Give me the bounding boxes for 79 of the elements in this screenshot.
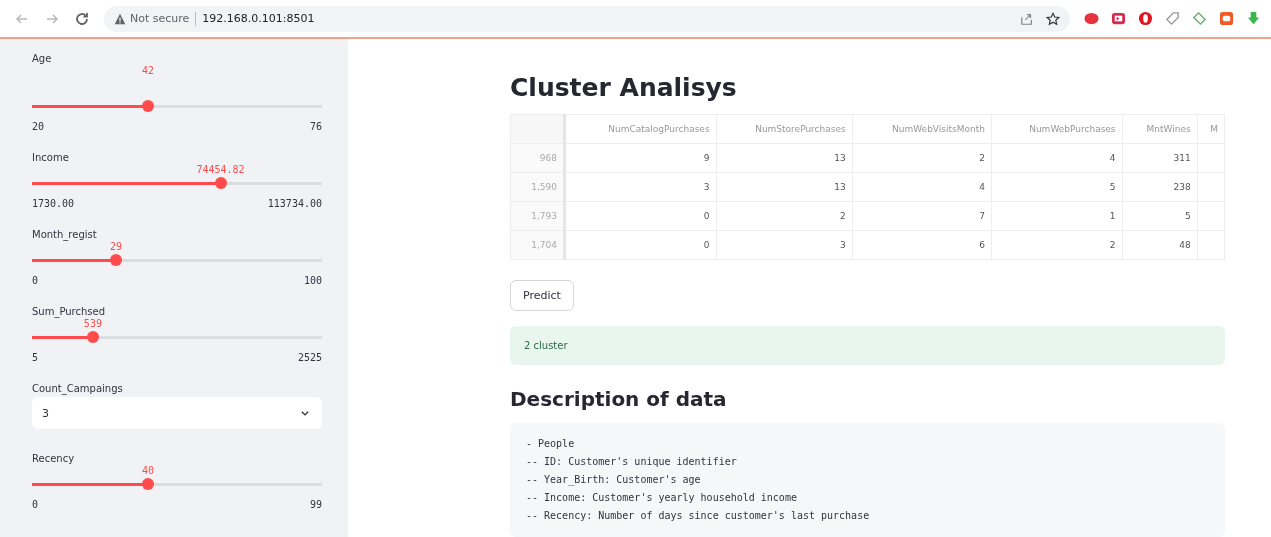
table-cell: 5	[991, 172, 1123, 202]
code-line: -- ID: Customer's unique identifier	[526, 455, 738, 469]
slider-thumb[interactable]	[214, 177, 227, 189]
column-header: NumCatalogPurchases	[564, 114, 717, 144]
select-field[interactable]: 3	[32, 397, 322, 429]
slider-max: 76	[309, 121, 322, 132]
share-icon[interactable]	[1020, 11, 1034, 26]
slider-label: Month_regist	[32, 228, 98, 243]
table-cell: 0	[564, 201, 717, 231]
slider-max: 2525	[297, 352, 322, 363]
row-index: 1,590	[510, 172, 565, 202]
slider-label: Sum_Purchsed	[32, 305, 107, 319]
slider-thumb[interactable]	[142, 478, 154, 490]
table-cell: 4	[991, 143, 1123, 173]
row-index: 1,793	[510, 201, 565, 231]
slider-value: 539	[83, 318, 102, 329]
column-header: NumWebPurchases	[991, 114, 1123, 144]
select-label: Count_Campaings	[32, 382, 124, 397]
table-cell: 3	[716, 230, 853, 260]
slider-value: 29	[110, 241, 123, 252]
security-label: Not secure	[130, 12, 190, 25]
table-cell: 13	[716, 172, 853, 202]
address-bar[interactable]: Not secure 192.168.0.101:8501	[104, 5, 1070, 32]
slider-min: 20	[32, 121, 45, 132]
warning-icon	[114, 12, 126, 25]
slider-value: 74454.82	[196, 164, 245, 175]
table-cell: 2	[991, 230, 1123, 260]
extension-icon[interactable]	[1084, 11, 1099, 26]
slider-max: 113734.00	[267, 198, 322, 209]
table-cell: 9	[564, 143, 717, 173]
url-text: 192.168.0.101:8501	[202, 12, 315, 25]
table-cell: 2	[716, 201, 853, 231]
table-cell: 13	[716, 143, 853, 173]
column-header: NumWebVisitsMonth	[852, 114, 992, 144]
slider-value: 40	[142, 465, 154, 476]
slider-min: 5	[32, 352, 39, 363]
table-cell: 2	[852, 143, 992, 173]
table-cell: 238	[1122, 172, 1198, 202]
row-index: 968	[510, 143, 565, 173]
predict-button[interactable]: Predict	[510, 280, 574, 311]
code-line: -- Income: Customer's yearly household income	[526, 491, 798, 505]
slider-label: Recency	[32, 452, 76, 466]
chevron-down-icon	[300, 408, 310, 418]
code-line: - People	[526, 437, 576, 451]
column-header: M	[1197, 114, 1225, 144]
column-header: NumStorePurchases	[716, 114, 853, 144]
slider-value: 42	[142, 65, 154, 76]
table-cell: 6	[852, 230, 992, 260]
column-header: MntWines	[1122, 114, 1198, 144]
table-cell: 1	[991, 201, 1123, 231]
slider-thumb[interactable]	[86, 331, 99, 343]
star-icon[interactable]	[1046, 11, 1060, 26]
reload-icon[interactable]	[74, 10, 90, 27]
table-cell: 5	[1122, 201, 1198, 231]
download-arrow-icon[interactable]	[1246, 11, 1261, 26]
slider-thumb[interactable]	[142, 100, 154, 112]
table-cell: 0	[564, 230, 717, 260]
table-cell: 48	[1122, 230, 1198, 260]
section-heading: Description of data	[510, 387, 728, 411]
slider-thumb[interactable]	[110, 254, 123, 266]
code-line: -- Recency: Number of days since customer's last purchase	[526, 509, 871, 523]
slider-min: 1730.00	[32, 198, 75, 209]
slider-min: 0	[32, 499, 39, 510]
slider-min: 0	[32, 275, 39, 286]
slider-max: 99	[309, 499, 322, 510]
table-cell: 3	[564, 172, 717, 202]
table-cell: 7	[852, 201, 992, 231]
extension-icon[interactable]	[1219, 11, 1234, 26]
table-cell: 311	[1122, 143, 1198, 173]
extension-icon[interactable]	[1138, 11, 1153, 26]
code-line: -- Year_Birth: Customer's age	[526, 473, 702, 488]
extension-icon[interactable]	[1111, 11, 1126, 26]
slider-label: Income	[32, 151, 70, 165]
slider-label: Age	[32, 52, 53, 66]
slider-max: 100	[303, 275, 322, 286]
row-index: 1,704	[510, 230, 565, 260]
table-cell: 4	[852, 172, 992, 202]
success-message: 2 cluster	[510, 326, 1225, 365]
page-title: Cluster Analisys	[510, 73, 738, 102]
